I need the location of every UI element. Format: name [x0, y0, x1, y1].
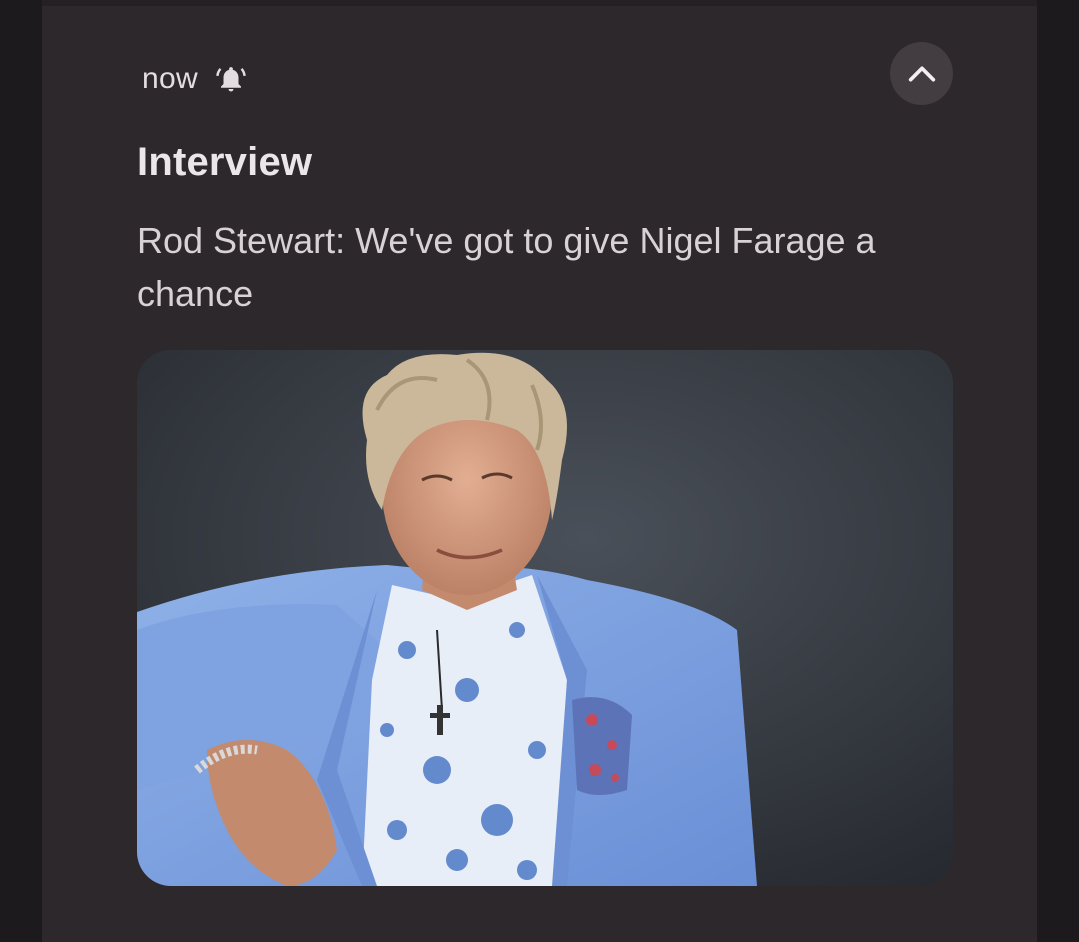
notification-time: now [142, 62, 198, 95]
chevron-up-icon [908, 65, 935, 82]
notification-body: Rod Stewart: We've got to give Nigel Far… [137, 220, 876, 314]
notification-title: Interview [137, 140, 313, 184]
collapse-button[interactable] [890, 42, 953, 105]
screen: now Interview Rod Stewart: We've got to … [0, 0, 1079, 942]
notification-image[interactable] [137, 350, 953, 886]
notification-header: now [142, 56, 246, 102]
bell-ring-icon [216, 64, 246, 94]
